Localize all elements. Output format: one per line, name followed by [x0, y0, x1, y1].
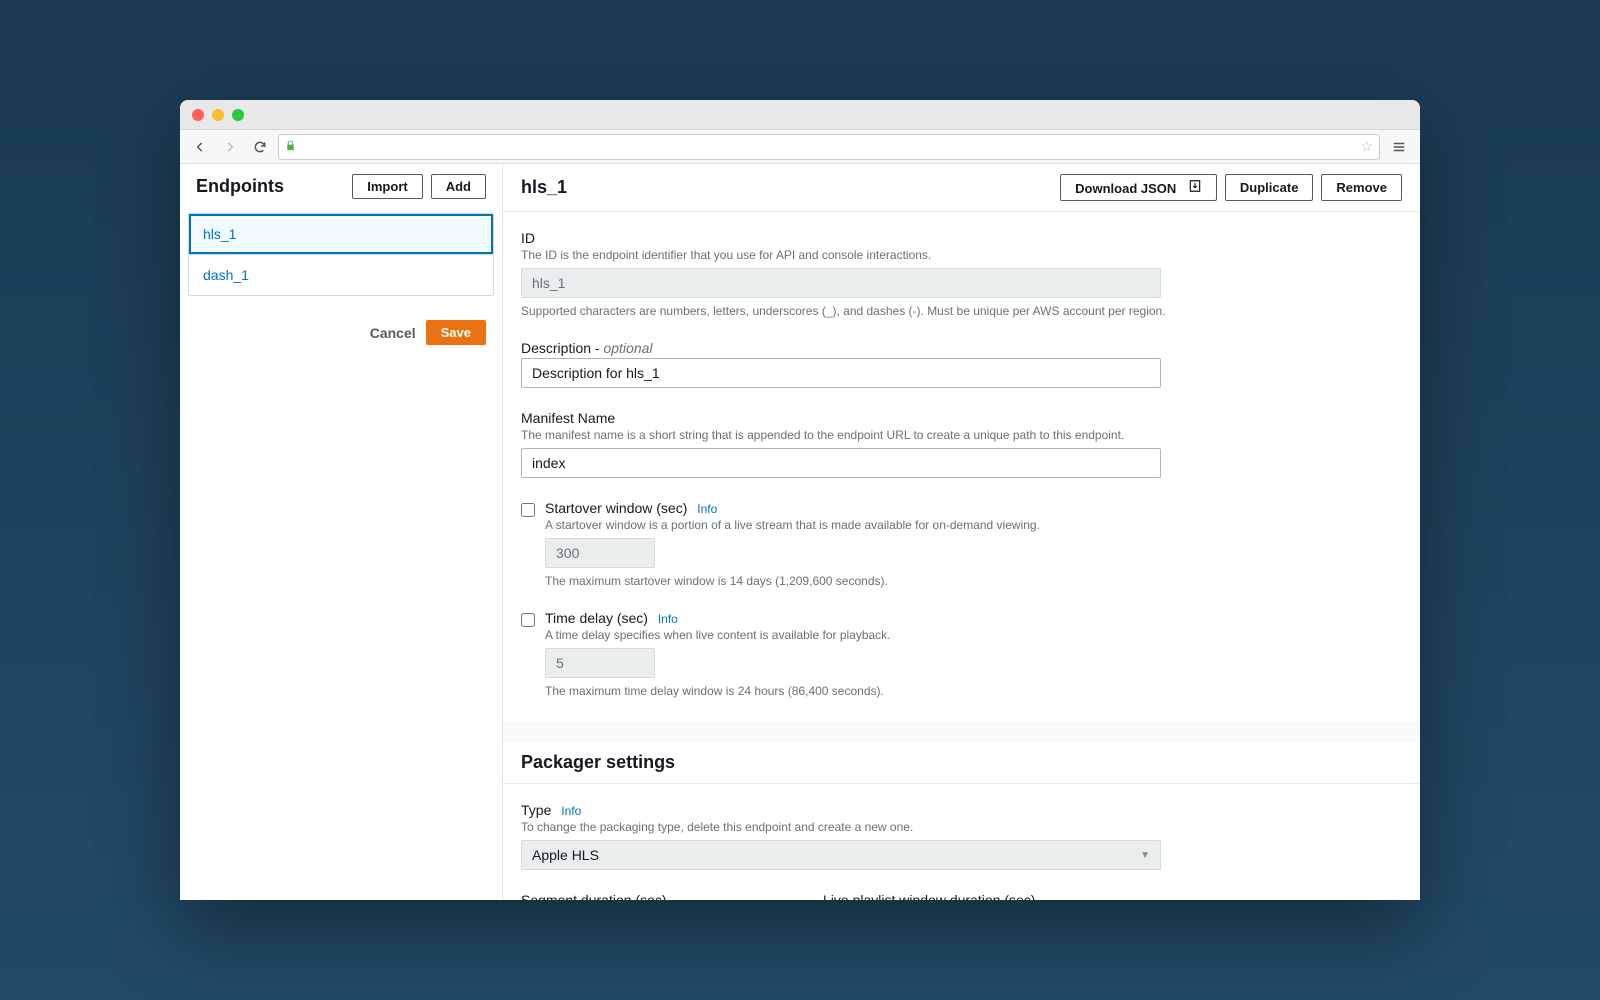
- playlist-duration-field: Live playlist window duration (sec): [823, 892, 1093, 900]
- id-help: The ID is the endpoint identifier that y…: [521, 248, 1402, 262]
- sidebar-actions: Cancel Save: [180, 300, 502, 365]
- timedelay-label: Time delay (sec): [545, 610, 648, 626]
- import-button[interactable]: Import: [352, 174, 422, 199]
- segment-duration-field: Segment duration (sec): [521, 892, 791, 900]
- forward-button[interactable]: [218, 135, 242, 159]
- add-button[interactable]: Add: [431, 174, 486, 199]
- save-button[interactable]: Save: [426, 320, 486, 345]
- window-maximize-icon[interactable]: [232, 109, 244, 121]
- id-input: [521, 268, 1161, 298]
- reload-button[interactable]: [248, 135, 272, 159]
- window-close-icon[interactable]: [192, 109, 204, 121]
- window-minimize-icon[interactable]: [212, 109, 224, 121]
- endpoint-list: hls_1 dash_1: [188, 213, 494, 296]
- bookmark-star-icon[interactable]: ☆: [1360, 138, 1373, 155]
- description-label: Description - optional: [521, 340, 1402, 356]
- segment-duration-label: Segment duration (sec): [521, 892, 791, 900]
- startover-checkbox[interactable]: [521, 503, 535, 517]
- packager-panel-header: Packager settings: [503, 742, 1420, 784]
- download-icon: [1188, 179, 1202, 193]
- type-help: To change the packaging type, delete thi…: [521, 820, 1402, 834]
- timedelay-hint: The maximum time delay window is 24 hour…: [545, 684, 1402, 698]
- startover-info-link[interactable]: Info: [697, 502, 717, 516]
- startover-input: [545, 538, 655, 568]
- timedelay-help: A time delay specifies when live content…: [545, 628, 1402, 642]
- type-field: Type Info To change the packaging type, …: [521, 802, 1402, 870]
- remove-button[interactable]: Remove: [1321, 174, 1402, 201]
- type-select: Apple HLS ▼: [521, 840, 1161, 870]
- timedelay-info-link[interactable]: Info: [658, 612, 678, 626]
- lock-icon: [285, 139, 296, 155]
- packager-panel: Packager settings Type Info To change th…: [503, 742, 1420, 900]
- manifest-field: Manifest Name The manifest name is a sho…: [521, 410, 1402, 478]
- endpoint-panel-header: hls_1 Download JSON Duplicate Remove: [503, 164, 1420, 212]
- window-titlebar: [180, 100, 1420, 130]
- startover-label: Startover window (sec): [545, 500, 687, 516]
- endpoint-item-dash-1[interactable]: dash_1: [189, 255, 493, 295]
- playlist-duration-label: Live playlist window duration (sec): [823, 892, 1093, 900]
- manifest-input[interactable]: [521, 448, 1161, 478]
- endpoint-title: hls_1: [521, 177, 567, 198]
- sidebar: Endpoints Import Add hls_1 dash_1 Cancel…: [180, 164, 503, 900]
- sidebar-title: Endpoints: [196, 176, 284, 197]
- browser-window: ☆ Endpoints Import Add hls_1 dash_1 Canc…: [180, 100, 1420, 900]
- app-body: Endpoints Import Add hls_1 dash_1 Cancel…: [180, 164, 1420, 900]
- timedelay-input: [545, 648, 655, 678]
- packager-title: Packager settings: [521, 752, 675, 773]
- manifest-label: Manifest Name: [521, 410, 1402, 426]
- id-label: ID: [521, 230, 1402, 246]
- manifest-help: The manifest name is a short string that…: [521, 428, 1402, 442]
- main-content: hls_1 Download JSON Duplicate Remove: [503, 164, 1420, 900]
- type-label: Type: [521, 802, 551, 818]
- menu-icon[interactable]: [1386, 140, 1412, 154]
- endpoint-panel: hls_1 Download JSON Duplicate Remove: [503, 164, 1420, 722]
- startover-hint: The maximum startover window is 14 days …: [545, 574, 1402, 588]
- id-field: ID The ID is the endpoint identifier tha…: [521, 230, 1402, 318]
- endpoint-item-hls-1[interactable]: hls_1: [189, 214, 493, 255]
- download-json-label: Download JSON: [1075, 181, 1176, 196]
- type-info-link[interactable]: Info: [561, 804, 581, 818]
- description-field: Description - optional: [521, 340, 1402, 388]
- address-bar[interactable]: ☆: [278, 134, 1380, 160]
- startover-field: Startover window (sec) Info A startover …: [521, 500, 1402, 588]
- back-button[interactable]: [188, 135, 212, 159]
- id-hint: Supported characters are numbers, letter…: [521, 304, 1402, 318]
- timedelay-checkbox[interactable]: [521, 613, 535, 627]
- chevron-down-icon: ▼: [1140, 850, 1150, 861]
- duplicate-button[interactable]: Duplicate: [1225, 174, 1314, 201]
- timedelay-field: Time delay (sec) Info A time delay speci…: [521, 610, 1402, 698]
- browser-toolbar: ☆: [180, 130, 1420, 164]
- description-input[interactable]: [521, 358, 1161, 388]
- startover-help: A startover window is a portion of a liv…: [545, 518, 1402, 532]
- cancel-button[interactable]: Cancel: [370, 320, 416, 345]
- sidebar-header: Endpoints Import Add: [180, 164, 502, 209]
- download-json-button[interactable]: Download JSON: [1060, 174, 1217, 201]
- type-value: Apple HLS: [532, 847, 599, 863]
